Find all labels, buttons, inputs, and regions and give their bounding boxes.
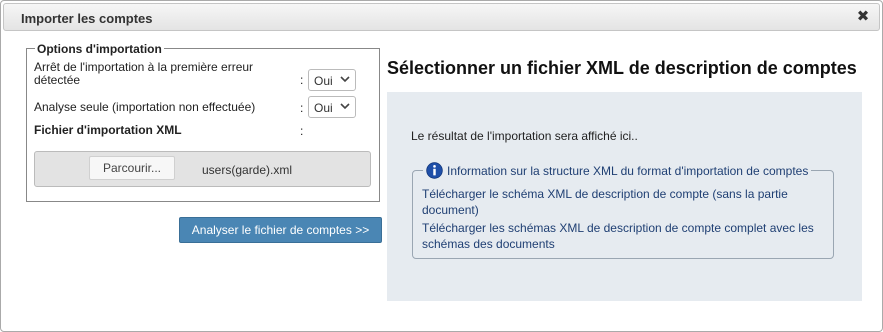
section-title: Sélectionner un fichier XML de descripti… xyxy=(387,58,857,78)
import-options-legend: Options d'importation xyxy=(35,42,164,56)
dialog-title: Importer les comptes xyxy=(21,11,153,26)
stop-on-error-label: Arrêt de l'importation à la première err… xyxy=(34,60,254,87)
stop-on-error-select[interactable]: Oui xyxy=(308,69,356,91)
import-file-colon: : xyxy=(300,124,304,138)
download-partial-schema-link[interactable]: Télécharger le schéma XML de description… xyxy=(422,186,832,218)
result-panel: Le résultat de l'importation sera affich… xyxy=(387,92,862,301)
selected-filename: users(garde).xml xyxy=(202,163,293,177)
chevron-down-icon xyxy=(340,103,350,110)
analysis-only-value: Oui xyxy=(314,101,333,115)
stop-on-error-value: Oui xyxy=(314,74,333,88)
result-text: Le résultat de l'importation sera affich… xyxy=(411,129,638,143)
info-icon xyxy=(426,162,443,179)
stop-on-error-colon: : xyxy=(300,73,304,87)
chevron-down-icon xyxy=(340,76,350,83)
analyse-file-button[interactable]: Analyser le fichier de comptes >> xyxy=(179,217,382,243)
xml-info-legend: Information sur la structure XML du form… xyxy=(423,162,812,179)
download-full-schema-link[interactable]: Télécharger les schémas XML de descripti… xyxy=(422,220,832,252)
xml-info-title[interactable]: Information sur la structure XML du form… xyxy=(447,164,808,178)
file-input-area: Parcourir... users(garde).xml xyxy=(34,151,371,187)
analysis-only-select[interactable]: Oui xyxy=(308,96,356,118)
dialog-titlebar: Importer les comptes ✖ xyxy=(3,3,880,31)
import-accounts-dialog: Importer les comptes ✖ Options d'importa… xyxy=(0,0,883,332)
close-icon[interactable]: ✖ xyxy=(855,9,871,25)
analysis-only-label: Analyse seule (importation non effectuée… xyxy=(34,100,256,114)
analysis-only-colon: : xyxy=(300,101,304,115)
browse-button[interactable]: Parcourir... xyxy=(89,156,175,180)
import-file-label: Fichier d'importation XML xyxy=(34,123,182,137)
xml-info-box: Information sur la structure XML du form… xyxy=(412,162,834,259)
